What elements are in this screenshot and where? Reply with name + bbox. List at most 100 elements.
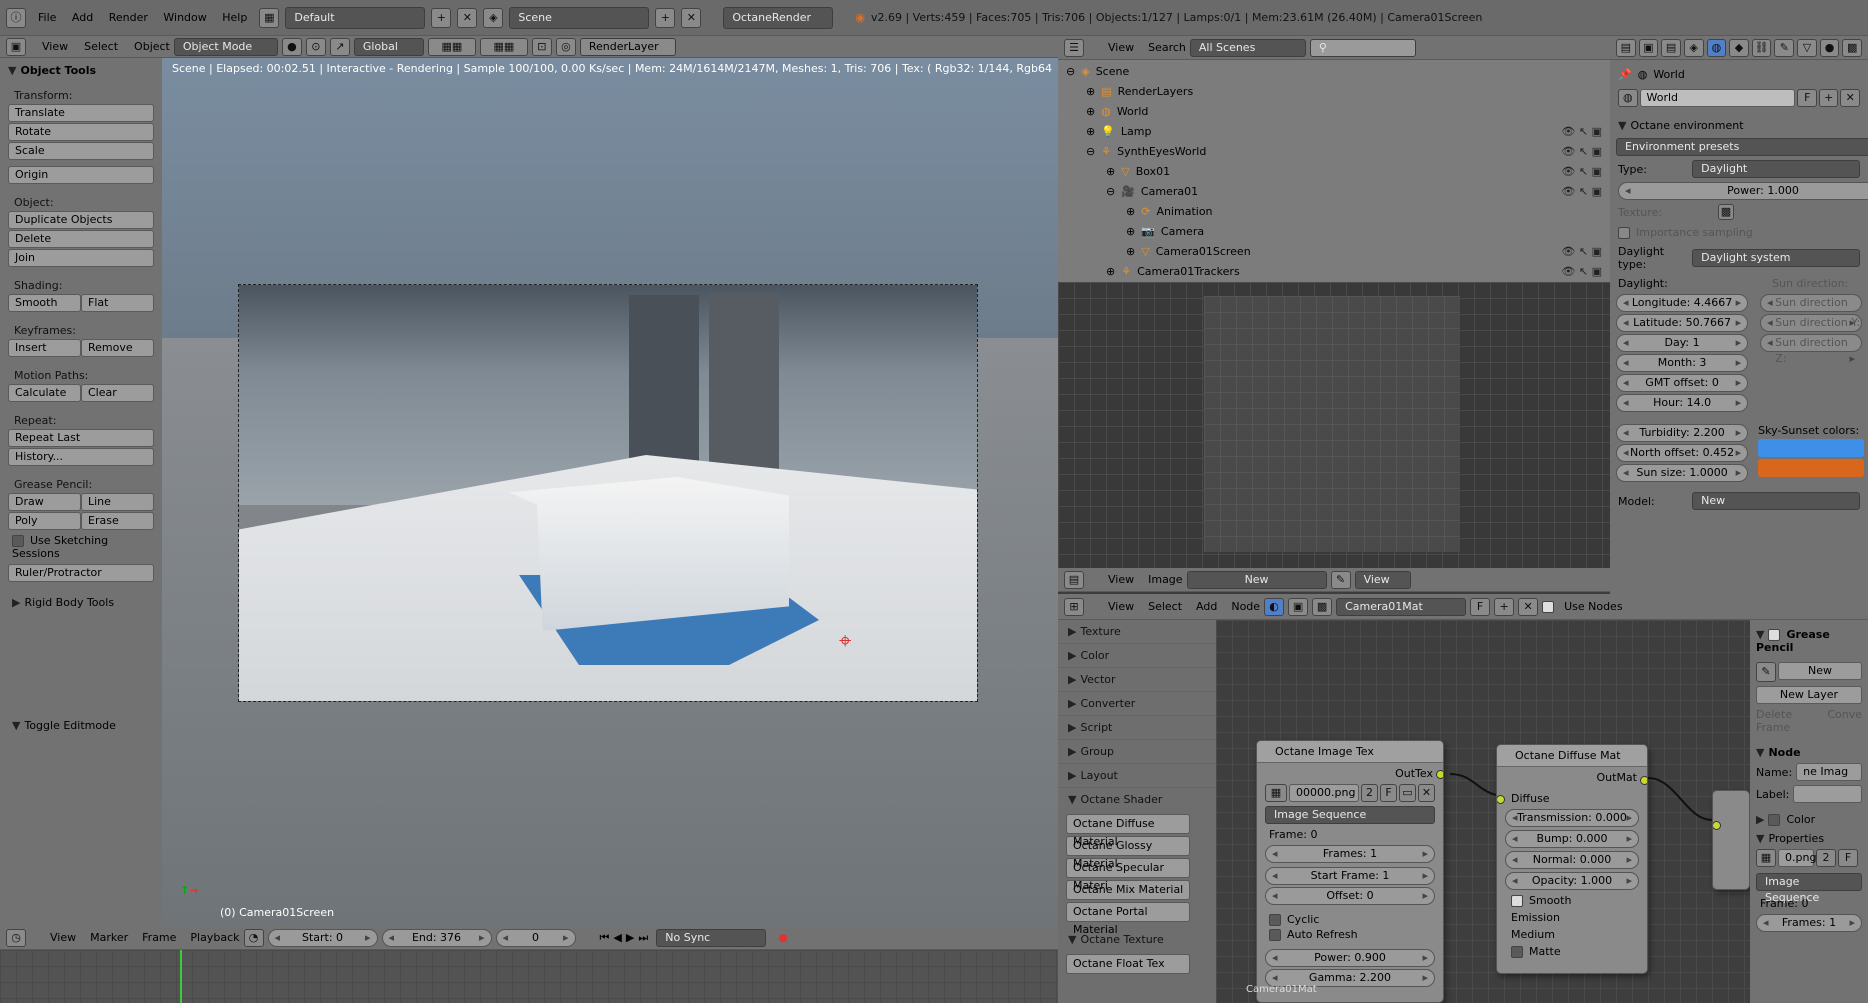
texture-nodes-icon[interactable]: ▩ [1312, 597, 1333, 616]
rotate-button[interactable]: Rotate [8, 123, 154, 141]
convert-button[interactable]: Conve [1827, 708, 1862, 734]
node-title[interactable]: Octane Diffuse Mat [1497, 745, 1647, 767]
pencil-icon[interactable]: ✎ [1756, 662, 1776, 682]
expand-toggle-icon[interactable]: ⊕ [1126, 222, 1135, 242]
rigid-body-panel[interactable]: Rigid Body Tools [24, 596, 114, 609]
node-category[interactable]: ▶ Vector [1058, 668, 1216, 692]
screen-layout-icon[interactable]: ▦ [259, 7, 280, 28]
pin-icon[interactable]: 📌 [1618, 68, 1632, 81]
outliner-filter-dropdown[interactable]: All Scenes [1189, 38, 1306, 57]
image-file-field[interactable]: 0.png [1778, 849, 1816, 867]
node-canvas[interactable]: Octane Image Tex OutTex ▦ 00000.png 2 F … [1216, 620, 1750, 1003]
add-shader-button[interactable]: Octane Mix Material [1066, 880, 1190, 900]
timeline-view-menu[interactable]: View [50, 931, 76, 944]
toggle-editmode-panel[interactable]: Toggle Editmode [24, 719, 115, 732]
image-browse-icon[interactable]: ▦ [1265, 784, 1287, 802]
add-material-icon[interactable]: + [1494, 597, 1515, 616]
model-dropdown[interactable]: New [1692, 492, 1860, 510]
collapse-icon[interactable]: ▼ [12, 719, 20, 732]
layers-icon[interactable]: ▦▦ [427, 37, 476, 56]
visibility-toggles[interactable]: 👁 ↖ ▣ [1561, 182, 1602, 202]
add-shader-button[interactable]: Octane Portal Material [1066, 902, 1190, 936]
latitude-field[interactable]: Latitude: 50.7667 [1616, 314, 1749, 332]
playhead[interactable] [180, 950, 182, 1003]
frames-field[interactable]: Frames: 1 [1265, 845, 1435, 863]
expand-toggle-icon[interactable]: ⊖ [1106, 182, 1115, 202]
start-frame-field[interactable]: Start Frame: 1 [1265, 867, 1435, 885]
properties-editor-icon[interactable]: ▤ [1616, 38, 1636, 57]
draw-button[interactable]: Draw [8, 493, 81, 511]
collapse-icon[interactable]: ▼ [1756, 832, 1764, 845]
image-editor-icon[interactable]: ▤ [1064, 570, 1084, 589]
outliner-item-label[interactable]: RenderLayers [1118, 82, 1194, 102]
octane-float-tex-button[interactable]: Octane Float Tex [1066, 954, 1190, 974]
transmission-field[interactable]: Transmission: 0.000 [1505, 809, 1639, 827]
month-field[interactable]: Month: 3 [1616, 354, 1749, 372]
outliner-item-label[interactable]: SynthEyesWorld [1117, 142, 1206, 162]
join-button[interactable]: Join [8, 249, 154, 267]
gmt-offset-field[interactable]: GMT offset: 0 [1616, 374, 1749, 392]
image-users-count[interactable]: 2 [1816, 849, 1836, 867]
collapse-icon[interactable]: ▼ [1068, 933, 1076, 946]
origin-button[interactable]: Origin [8, 166, 154, 184]
shader-nodes-icon[interactable]: ◐ [1264, 597, 1285, 616]
octane-image-tex-node[interactable]: Octane Image Tex OutTex ▦ 00000.png 2 F … [1256, 740, 1444, 1003]
node-category[interactable]: ▶ Color [1058, 644, 1216, 668]
outliner-item-label[interactable]: Animation [1156, 202, 1212, 222]
new-layer-button[interactable]: New Layer [1756, 686, 1862, 704]
render-preview-icon[interactable]: ◎ [555, 37, 576, 56]
image-fake-user[interactable]: F [1380, 784, 1397, 802]
timeline-area[interactable] [0, 950, 1058, 1003]
timeline-playback-menu[interactable]: Playback [190, 931, 239, 944]
outliner-item-label[interactable]: Camera01Screen [1156, 242, 1251, 262]
expand-toggle-icon[interactable]: ⊕ [1086, 82, 1095, 102]
new-image-button[interactable]: New [1186, 570, 1327, 589]
expand-toggle-icon[interactable]: ⊕ [1126, 242, 1135, 262]
output-socket[interactable] [1713, 821, 1721, 830]
view-menu[interactable]: View [42, 40, 68, 53]
sun-size-field[interactable]: Sun size: 1.0000 [1616, 464, 1749, 482]
keyframe-icon[interactable]: ◔ [243, 928, 264, 947]
data-tab-icon[interactable]: ▽ [1797, 38, 1817, 57]
add-shader-button[interactable]: Octane Specular Materi [1066, 858, 1190, 892]
image-users-count[interactable]: 2 [1361, 784, 1378, 802]
diffuse-socket[interactable] [1497, 795, 1505, 804]
importance-sampling-checkbox[interactable] [1618, 227, 1630, 239]
unlink-image-icon[interactable]: ✕ [1418, 784, 1435, 802]
mode-dropdown[interactable]: Object Mode [173, 37, 278, 56]
orientation-dropdown[interactable]: Global [353, 37, 424, 56]
use-nodes-checkbox[interactable] [1542, 600, 1555, 613]
outliner-item-label[interactable]: Camera01 [1141, 182, 1198, 202]
cursor-3d-icon[interactable]: ⌖ [839, 629, 851, 654]
current-frame-field[interactable]: 0 [495, 928, 576, 947]
flat-button[interactable]: Flat [81, 294, 154, 312]
image-fake-user[interactable]: F [1838, 849, 1858, 867]
normal-field[interactable]: Normal: 0.000 [1505, 851, 1639, 869]
environment-type-dropdown[interactable]: Daylight [1692, 160, 1860, 178]
matte-checkbox[interactable] [1511, 946, 1523, 958]
outtex-socket[interactable] [1436, 770, 1443, 779]
power-field[interactable]: Power: 0.900 [1265, 949, 1435, 967]
outliner-search-input[interactable]: ⚲ [1309, 38, 1416, 57]
object-tab-icon[interactable]: ◆ [1729, 38, 1749, 57]
expand-toggle-icon[interactable]: ⊖ [1086, 142, 1095, 162]
visibility-toggles[interactable]: 👁 ↖ ▣ [1561, 162, 1602, 182]
visibility-toggles[interactable]: 👁 ↖ ▣ [1561, 262, 1602, 282]
bump-field[interactable]: Bump: 0.000 [1505, 830, 1639, 848]
world-tab-icon[interactable]: ◍ [1706, 38, 1727, 57]
expand-toggle-icon[interactable]: ⊖ [1066, 62, 1075, 82]
clear-button[interactable]: Clear [81, 384, 154, 402]
node-category[interactable]: ▶ Layout [1058, 764, 1216, 788]
image-source-dropdown[interactable]: Image Sequence [1756, 873, 1862, 904]
expand-toggle-icon[interactable]: ⊕ [1106, 162, 1115, 182]
power-field[interactable]: Power: 1.000 [1618, 182, 1868, 200]
box-object[interactable] [509, 477, 789, 631]
texture-slot-icon[interactable]: ▩ [1718, 204, 1734, 220]
visibility-toggles[interactable]: 👁 ↖ ▣ [1561, 142, 1602, 162]
node-name-field[interactable]: ne Imag [1796, 763, 1862, 781]
octane-texture-category[interactable]: Octane Texture [1080, 933, 1163, 946]
outliner-item-label[interactable]: Camera [1161, 222, 1204, 242]
image-menu[interactable]: Image [1148, 573, 1182, 586]
close-scene-icon[interactable]: ✕ [681, 7, 702, 28]
node-label-field[interactable] [1793, 785, 1862, 803]
